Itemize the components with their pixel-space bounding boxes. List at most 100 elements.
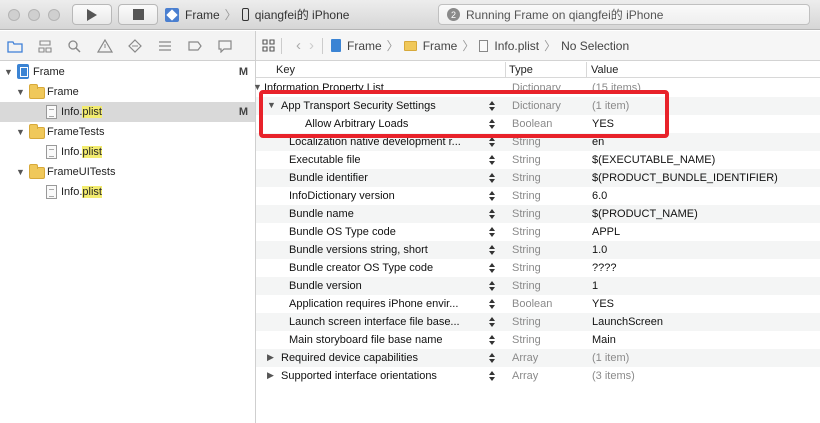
- plist-row[interactable]: Bundle OS Type code String APPL: [256, 223, 820, 241]
- nav-item-group-frameuitests[interactable]: ▼ FrameUITests: [0, 162, 255, 182]
- plist-value[interactable]: APPL: [592, 226, 620, 238]
- breadcrumb-project[interactable]: Frame: [347, 39, 382, 53]
- plist-type[interactable]: String: [512, 208, 541, 220]
- key-stepper-icon[interactable]: [488, 261, 495, 275]
- plist-key[interactable]: Bundle OS Type code: [289, 226, 396, 238]
- forward-arrow-icon[interactable]: ›: [309, 37, 314, 54]
- plist-row[interactable]: Launch screen interface file base... Stri…: [256, 313, 820, 331]
- stop-button[interactable]: [118, 4, 158, 25]
- plist-key[interactable]: Bundle name: [289, 208, 354, 220]
- plist-type[interactable]: String: [512, 334, 541, 346]
- plist-value[interactable]: $(PRODUCT_NAME): [592, 208, 698, 220]
- scheme-selector[interactable]: Frame 〉 qiangfei的 iPhone: [165, 4, 350, 25]
- key-stepper-icon[interactable]: [488, 351, 495, 365]
- nav-item-group-frame[interactable]: ▼ Frame: [0, 82, 255, 102]
- plist-key[interactable]: Application requires iPhone envir...: [289, 298, 458, 310]
- plist-key[interactable]: Bundle versions string, short: [289, 244, 428, 256]
- plist-type[interactable]: String: [512, 244, 541, 256]
- plist-type[interactable]: String: [512, 154, 541, 166]
- scheme-name[interactable]: Frame: [185, 8, 220, 22]
- plist-key[interactable]: Required device capabilities: [281, 352, 418, 364]
- disclosure-open-icon[interactable]: ▼: [16, 127, 25, 137]
- project-navigator-tab[interactable]: [0, 31, 30, 61]
- key-stepper-icon[interactable]: [488, 369, 495, 383]
- plist-row[interactable]: Main storyboard file base name String Main: [256, 331, 820, 349]
- plist-key[interactable]: Launch screen interface file base...: [289, 316, 460, 328]
- nav-item-info-plist-frametests[interactable]: Info.plist: [0, 142, 255, 162]
- nav-item-info-plist-frameuitests[interactable]: Info.plist: [0, 182, 255, 202]
- column-key-header[interactable]: Key: [276, 64, 295, 76]
- key-stepper-icon[interactable]: [488, 153, 495, 167]
- plist-type[interactable]: String: [512, 190, 541, 202]
- key-stepper-icon[interactable]: [488, 243, 495, 257]
- column-value-header[interactable]: Value: [591, 64, 618, 76]
- plist-value[interactable]: $(EXECUTABLE_NAME): [592, 154, 715, 166]
- plist-value[interactable]: 1.0: [592, 244, 607, 256]
- plist-type[interactable]: Array: [512, 370, 538, 382]
- plist-row[interactable]: Bundle versions string, short String 1.0: [256, 241, 820, 259]
- plist-type[interactable]: String: [512, 262, 541, 274]
- back-arrow-icon[interactable]: ‹: [296, 37, 301, 54]
- plist-type[interactable]: Boolean: [512, 298, 552, 310]
- plist-row[interactable]: ▶ Required device capabilities Array (1 ite…: [256, 349, 820, 367]
- plist-value[interactable]: $(PRODUCT_BUNDLE_IDENTIFIER): [592, 172, 778, 184]
- plist-row[interactable]: InfoDictionary version String 6.0: [256, 187, 820, 205]
- zoom-window-button[interactable]: [48, 9, 60, 21]
- issue-navigator-tab[interactable]: [90, 31, 120, 61]
- find-navigator-tab[interactable]: [60, 31, 90, 61]
- column-type-header[interactable]: Type: [509, 64, 533, 76]
- activity-badge[interactable]: 2: [447, 8, 460, 21]
- key-stepper-icon[interactable]: [488, 207, 495, 221]
- plist-value[interactable]: YES: [592, 298, 614, 310]
- plist-row[interactable]: Bundle creator OS Type code String????: [256, 259, 820, 277]
- plist-value[interactable]: LaunchScreen: [592, 316, 663, 328]
- test-navigator-tab[interactable]: [120, 31, 150, 61]
- minimize-window-button[interactable]: [28, 9, 40, 21]
- disclosure-open-icon[interactable]: ▼: [16, 167, 25, 177]
- plist-type[interactable]: String: [512, 280, 541, 292]
- plist-value[interactable]: (3 items): [592, 370, 635, 382]
- plist-value[interactable]: (1 item): [592, 352, 629, 364]
- plist-value[interactable]: Main: [592, 334, 616, 346]
- plist-row[interactable]: Bundle identifier String $(PRODUCT_BUNDLE_…: [256, 169, 820, 187]
- plist-type[interactable]: Array: [512, 352, 538, 364]
- breadcrumb-selection[interactable]: No Selection: [561, 39, 629, 53]
- plist-row[interactable]: Bundle version String 1: [256, 277, 820, 295]
- nav-item-info-plist-frame[interactable]: Info.plist M: [0, 102, 255, 122]
- plist-row[interactable]: Bundle name String $(PRODUCT_NAME): [256, 205, 820, 223]
- breakpoint-navigator-tab[interactable]: [180, 31, 210, 61]
- report-navigator-tab[interactable]: [210, 31, 240, 61]
- plist-row[interactable]: Executable file String $(EXECUTABLE_NAME): [256, 151, 820, 169]
- plist-key[interactable]: Main storyboard file base name: [289, 334, 442, 346]
- nav-item-project-frame[interactable]: ▼ Frame M: [0, 62, 255, 82]
- plist-value[interactable]: 1: [592, 280, 598, 292]
- key-stepper-icon[interactable]: [488, 225, 495, 239]
- run-button[interactable]: [72, 4, 112, 25]
- plist-type[interactable]: String: [512, 226, 541, 238]
- related-items-grid-icon[interactable]: [262, 39, 275, 52]
- key-stepper-icon[interactable]: [488, 171, 495, 185]
- plist-key[interactable]: InfoDictionary version: [289, 190, 395, 202]
- close-window-button[interactable]: [8, 9, 20, 21]
- device-name[interactable]: qiangfei的 iPhone: [255, 6, 350, 23]
- plist-value[interactable]: 6.0: [592, 190, 607, 202]
- column-divider[interactable]: [505, 62, 506, 78]
- key-stepper-icon[interactable]: [488, 279, 495, 293]
- key-stepper-icon[interactable]: [488, 189, 495, 203]
- plist-key[interactable]: Executable file: [289, 154, 361, 166]
- plist-key[interactable]: Bundle identifier: [289, 172, 368, 184]
- plist-key[interactable]: Supported interface orientations: [281, 370, 437, 382]
- disclosure-closed-icon[interactable]: ▶: [267, 370, 274, 381]
- key-stepper-icon[interactable]: [488, 333, 495, 347]
- plist-row[interactable]: Application requires iPhone envir... Bool…: [256, 295, 820, 313]
- breadcrumb-group[interactable]: Frame: [423, 39, 458, 53]
- breadcrumb-file[interactable]: Info.plist: [494, 39, 539, 53]
- symbol-navigator-tab[interactable]: [30, 31, 60, 61]
- debug-navigator-tab[interactable]: [150, 31, 180, 61]
- disclosure-closed-icon[interactable]: ▶: [267, 352, 274, 363]
- key-stepper-icon[interactable]: [488, 315, 495, 329]
- disclosure-open-icon[interactable]: ▼: [4, 67, 13, 77]
- disclosure-open-icon[interactable]: ▼: [16, 87, 25, 97]
- plist-key[interactable]: Bundle creator OS Type code: [289, 262, 433, 274]
- plist-type[interactable]: String: [512, 316, 541, 328]
